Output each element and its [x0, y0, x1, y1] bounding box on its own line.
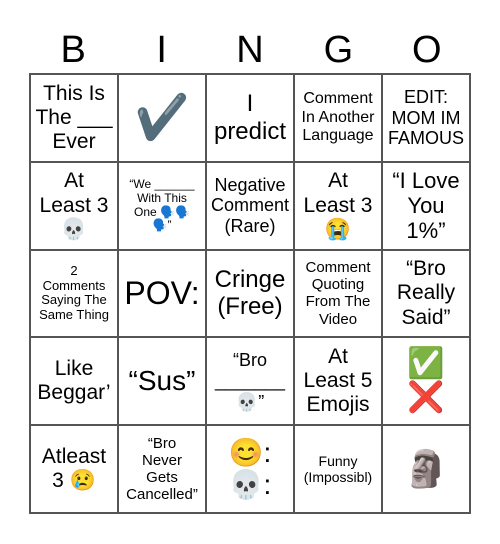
- header-letter-b: B: [60, 29, 86, 71]
- header-letter-i: I: [156, 29, 167, 71]
- bingo-cell[interactable]: “Sus”: [118, 337, 206, 426]
- header-letter-o: O: [412, 29, 442, 71]
- header-letter-g: G: [323, 29, 354, 71]
- bingo-cell[interactable]: ✔️: [118, 74, 206, 162]
- bingo-header: B I N G O: [29, 28, 471, 72]
- bingo-cell[interactable]: Funny (Impossibl): [294, 425, 382, 513]
- bingo-cell[interactable]: 😊: 💀:: [206, 425, 294, 513]
- bingo-cell[interactable]: “Bro Never Gets Cancelled”: [118, 425, 206, 513]
- bingo-cell[interactable]: At Least 3 💀: [30, 161, 118, 250]
- bingo-cell[interactable]: “Bro Really Said”: [382, 249, 470, 338]
- bingo-cell[interactable]: EDIT: MOM IM FAMOUS: [382, 74, 470, 162]
- bingo-cell[interactable]: Cringe (Free): [206, 249, 294, 338]
- bingo-grid: This Is The ___ Ever ✔️ I predict Commen…: [29, 73, 471, 514]
- header-letter-n: N: [236, 29, 264, 71]
- bingo-cell[interactable]: 🗿: [382, 425, 470, 513]
- bingo-cell[interactable]: Atleast 3 😢: [30, 425, 118, 513]
- bingo-cell[interactable]: Like Beggar’: [30, 337, 118, 426]
- bingo-cell[interactable]: 2 Comments Saying The Same Thing: [30, 249, 118, 338]
- bingo-cell[interactable]: POV:: [118, 249, 206, 338]
- bingo-cell[interactable]: Comment In Another Language: [294, 74, 382, 162]
- bingo-cell[interactable]: Negative Comment (Rare): [206, 161, 294, 250]
- bingo-cell[interactable]: “I Love You 1%”: [382, 161, 470, 250]
- bingo-cell[interactable]: ✅ ❌: [382, 337, 470, 426]
- bingo-cell[interactable]: Comment Quoting From The Video: [294, 249, 382, 338]
- bingo-cell[interactable]: “Bro _______ 💀”: [206, 337, 294, 426]
- bingo-cell[interactable]: This Is The ___ Ever: [30, 74, 118, 162]
- bingo-cell[interactable]: “We ______ With This One 🗣️🗣️ 🗣️”: [118, 161, 206, 250]
- bingo-cell[interactable]: At Least 3 😭: [294, 161, 382, 250]
- bingo-cell[interactable]: At Least 5 Emojis: [294, 337, 382, 426]
- bingo-cell[interactable]: I predict: [206, 74, 294, 162]
